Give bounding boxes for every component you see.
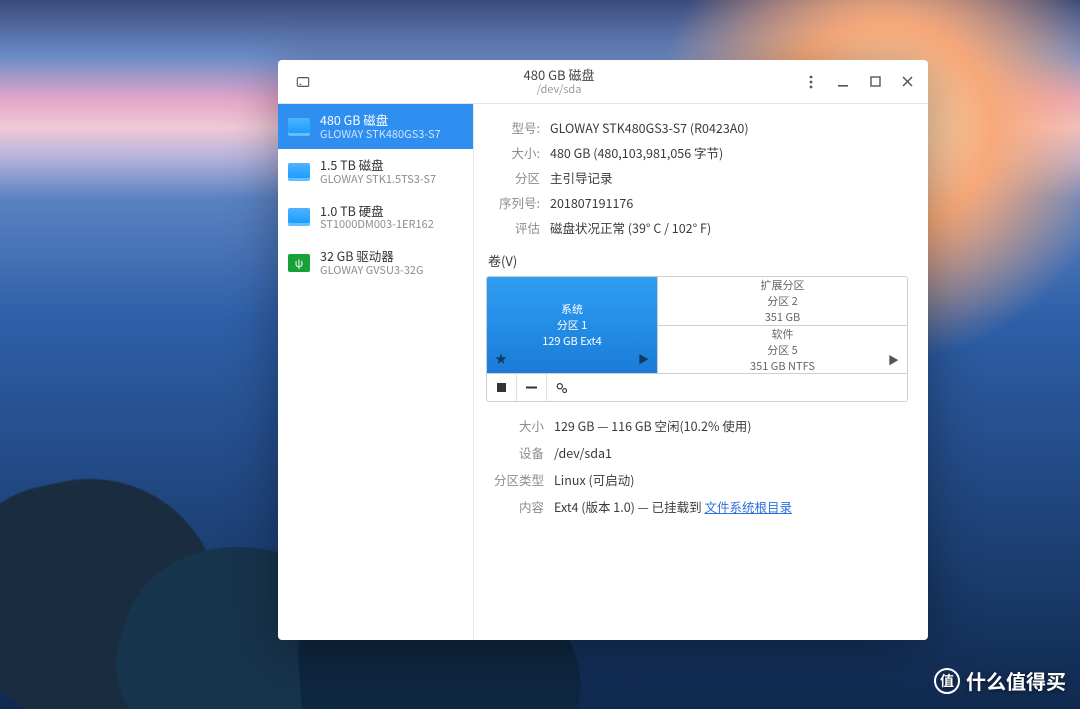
drive-icon xyxy=(296,75,310,89)
label-part-size: 大小 xyxy=(486,416,544,435)
kebab-menu-button[interactable] xyxy=(798,69,824,95)
close-icon xyxy=(902,76,913,87)
label-size: 大小: xyxy=(486,143,540,162)
volume-partition-5[interactable]: 软件 分区 5 351 GB NTFS ▶ xyxy=(657,325,907,374)
mounted-indicator-icon: ▶ xyxy=(888,352,899,368)
value-part-size: 129 GB — 116 GB 空闲(10.2% 使用) xyxy=(554,416,908,435)
disk-list: 480 GB 磁盘 GLOWAY STK480GS3-S7 1.5 TB 磁盘 … xyxy=(278,104,474,640)
volumes-heading: 卷(V) xyxy=(488,251,908,270)
value-partitioning: 主引导记录 xyxy=(550,168,908,187)
star-icon: ★ xyxy=(495,350,507,367)
mount-point-link[interactable]: 文件系统根目录 xyxy=(704,497,792,516)
unmount-button[interactable] xyxy=(487,374,517,402)
volume-map: 系统 分区 1 129 GB Ext4 ★ ▶ 扩展分区 分区 2 351 GB xyxy=(486,276,908,402)
volume-title: 系统 xyxy=(561,301,583,317)
disk-model: GLOWAY STK480GS3-S7 xyxy=(320,128,441,142)
hdd-icon xyxy=(288,163,310,181)
window-subtitle: /dev/sda xyxy=(320,83,798,96)
gears-icon xyxy=(555,381,569,395)
volume-title: 软件 xyxy=(772,326,794,342)
disk-item-1tb[interactable]: 1.0 TB 硬盘 ST1000DM003-1ER162 xyxy=(278,195,473,240)
label-serial: 序列号: xyxy=(486,193,540,212)
hdd-icon xyxy=(288,208,310,226)
disks-window: 480 GB 磁盘 /dev/sda xyxy=(278,60,928,640)
volume-line3: 351 GB xyxy=(765,309,801,325)
volume-line3: 351 GB NTFS xyxy=(750,358,815,374)
watermark-text: 什么值得买 xyxy=(966,666,1066,695)
volume-line2: 分区 2 xyxy=(767,293,798,309)
value-serial: 201807191176 xyxy=(550,193,908,212)
volume-toolbar xyxy=(487,373,907,401)
volume-partition-1[interactable]: 系统 分区 1 129 GB Ext4 ★ ▶ xyxy=(487,277,657,373)
label-model: 型号: xyxy=(486,118,540,137)
label-device: 设备 xyxy=(486,443,544,462)
value-size: 480 GB (480,103,981,056 字节) xyxy=(550,143,908,162)
value-ptype: Linux (可启动) xyxy=(554,470,908,489)
content-prefix: Ext4 (版本 1.0) — 已挂载到 xyxy=(554,497,704,516)
maximize-icon xyxy=(870,76,881,87)
maximize-button[interactable] xyxy=(862,69,888,95)
volume-line2: 分区 1 xyxy=(557,317,588,333)
disk-model: ST1000DM003-1ER162 xyxy=(320,218,434,232)
volume-line3: 129 GB Ext4 xyxy=(542,333,602,349)
value-assessment: 磁盘状况正常 (39° C / 102° F) xyxy=(550,218,908,237)
disk-model: GLOWAY STK1.5TS3-S7 xyxy=(320,173,436,187)
disk-model: GLOWAY GVSU3-32G xyxy=(320,264,424,278)
label-content: 内容 xyxy=(486,497,544,516)
volume-partition-2[interactable]: 扩展分区 分区 2 351 GB xyxy=(657,277,907,325)
value-model: GLOWAY STK480GS3-S7 (R0423A0) xyxy=(550,118,908,137)
usb-icon xyxy=(288,254,310,272)
close-button[interactable] xyxy=(894,69,920,95)
volume-line2: 分区 5 xyxy=(767,342,798,358)
label-partitioning: 分区 xyxy=(486,168,540,187)
main-panel: 型号: GLOWAY STK480GS3-S7 (R0423A0) 大小: 48… xyxy=(474,104,928,640)
label-ptype: 分区类型 xyxy=(486,470,544,489)
disk-item-32gb-usb[interactable]: 32 GB 驱动器 GLOWAY GVSU3-32G xyxy=(278,240,473,285)
more-options-button[interactable] xyxy=(547,374,577,402)
watermark: 值 什么值得买 xyxy=(934,666,1066,695)
mounted-indicator-icon: ▶ xyxy=(638,351,649,367)
volume-title: 扩展分区 xyxy=(761,277,805,293)
stop-icon xyxy=(496,382,507,393)
watermark-badge: 值 xyxy=(934,668,960,694)
minus-icon xyxy=(525,381,538,394)
label-assessment: 评估 xyxy=(486,218,540,237)
value-content: Ext4 (版本 1.0) — 已挂载到 文件系统根目录 xyxy=(554,497,908,516)
value-device: /dev/sda1 xyxy=(554,443,908,462)
kebab-icon xyxy=(809,75,813,89)
minimize-button[interactable] xyxy=(830,69,856,95)
hdd-icon xyxy=(288,118,310,136)
titlebar: 480 GB 磁盘 /dev/sda xyxy=(278,60,928,104)
disk-item-1_5tb[interactable]: 1.5 TB 磁盘 GLOWAY STK1.5TS3-S7 xyxy=(278,149,473,194)
drive-menu-button[interactable] xyxy=(290,69,316,95)
disk-item-480gb[interactable]: 480 GB 磁盘 GLOWAY STK480GS3-S7 xyxy=(278,104,473,149)
delete-partition-button[interactable] xyxy=(517,374,547,402)
minimize-icon xyxy=(837,76,849,88)
